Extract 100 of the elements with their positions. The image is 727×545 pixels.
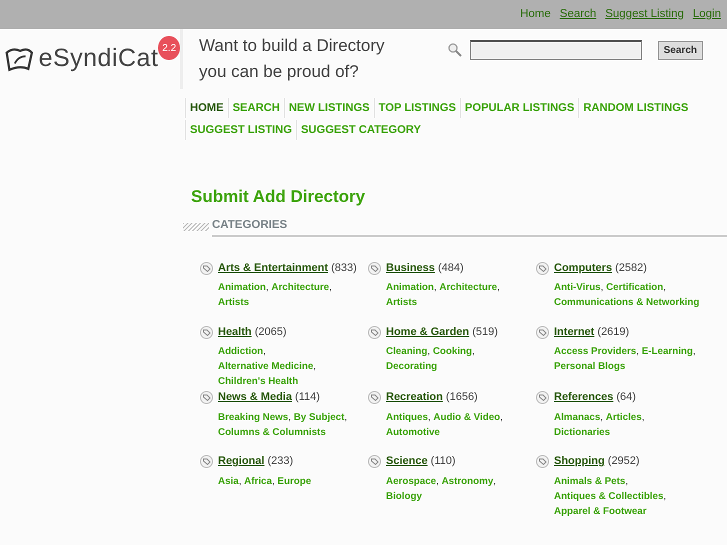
subcategory-link[interactable]: Dictionaries bbox=[554, 426, 610, 438]
subcategory-link[interactable]: Automotive bbox=[386, 426, 440, 438]
subcategory-link[interactable]: Decorating bbox=[386, 361, 438, 372]
category-link[interactable]: References bbox=[554, 391, 614, 404]
category-count: (1656) bbox=[446, 391, 478, 404]
subcategory-link[interactable]: By Subject bbox=[294, 412, 344, 423]
subcategory-link[interactable]: Cooking bbox=[432, 346, 472, 358]
category-count: (2952) bbox=[608, 455, 640, 468]
separator: , bbox=[263, 346, 266, 358]
subcategory-link[interactable]: Audio & Video bbox=[433, 412, 500, 423]
category-link[interactable]: Health bbox=[218, 326, 252, 338]
subcategory-link[interactable]: Animation bbox=[218, 282, 266, 294]
subcategory-link[interactable]: Africa bbox=[244, 476, 272, 487]
separator: , bbox=[272, 476, 275, 487]
category-link[interactable]: Arts & Entertainment bbox=[218, 262, 328, 274]
tag-icon bbox=[200, 391, 213, 404]
category-link[interactable]: Internet bbox=[554, 326, 594, 338]
separator: , bbox=[600, 282, 604, 294]
hatch-decoration bbox=[183, 222, 209, 231]
subcategory-link[interactable]: Architecture bbox=[271, 282, 330, 294]
separator: , bbox=[313, 361, 316, 372]
top-link[interactable]: Home bbox=[520, 6, 551, 24]
nav-link[interactable]: SUGGEST LISTING bbox=[185, 120, 296, 140]
tagline: Want to build a Directory you can be proud of? bbox=[198, 35, 386, 83]
nav-link[interactable]: POPULAR LISTINGS bbox=[460, 98, 578, 118]
top-link[interactable]: Suggest Listing bbox=[605, 6, 684, 24]
nav-link[interactable]: NEW LISTINGS bbox=[284, 98, 374, 118]
tag-icon bbox=[368, 262, 381, 275]
subcategory-link[interactable]: Children's Health bbox=[218, 376, 298, 388]
category-link[interactable]: Business bbox=[386, 262, 435, 274]
subcategory-link[interactable]: Artists bbox=[386, 297, 418, 308]
category-count: (64) bbox=[616, 391, 636, 404]
separator: , bbox=[344, 412, 348, 423]
subcategory-link[interactable]: Asia bbox=[218, 476, 239, 487]
top-link[interactable]: Search bbox=[560, 6, 596, 24]
subcategory-link[interactable]: Personal Blogs bbox=[554, 361, 626, 372]
subcategory-link[interactable]: E-Learning bbox=[642, 346, 693, 358]
tag-icon bbox=[536, 262, 549, 275]
subcategory-link[interactable]: Antiques & Collectibles bbox=[554, 490, 664, 502]
separator: , bbox=[500, 412, 503, 423]
search-button[interactable]: Search bbox=[658, 40, 703, 60]
category-count: (2582) bbox=[615, 262, 647, 274]
subcategory-link[interactable]: Europe bbox=[277, 476, 312, 487]
separator: , bbox=[427, 346, 430, 358]
separator: , bbox=[266, 282, 269, 294]
separator: , bbox=[288, 412, 291, 423]
subcategory-link[interactable]: Anti-Virus bbox=[554, 282, 601, 294]
subcategory-link[interactable]: Architecture bbox=[439, 282, 498, 294]
subcategory-link[interactable]: Antiques bbox=[386, 412, 428, 423]
section-heading: CATEGORIES bbox=[212, 216, 727, 237]
category-count: (484) bbox=[438, 262, 464, 274]
version-badge: 2.2 bbox=[158, 36, 180, 60]
tag-icon bbox=[200, 455, 213, 468]
subcategory-link[interactable]: Artists bbox=[218, 297, 250, 308]
subcategory-link[interactable]: Access Providers bbox=[554, 346, 636, 358]
category-link[interactable]: Home & Garden bbox=[386, 326, 470, 338]
tag-icon bbox=[200, 262, 213, 275]
category-link[interactable]: Computers bbox=[554, 262, 612, 274]
subcategory-link[interactable]: Astronomy bbox=[442, 476, 494, 487]
tag-icon bbox=[536, 391, 549, 404]
separator: , bbox=[692, 346, 696, 358]
subcategory-link[interactable]: Communications & Networking bbox=[554, 297, 700, 308]
subcategory-link[interactable]: Certification bbox=[606, 282, 664, 294]
subcategory-link[interactable]: Cleaning bbox=[386, 346, 428, 358]
separator: , bbox=[625, 476, 628, 487]
subcategory-link[interactable]: Articles bbox=[606, 412, 642, 423]
top-link[interactable]: Login bbox=[692, 6, 721, 24]
separator: , bbox=[642, 412, 644, 423]
subcategory-link[interactable]: Animals & Pets bbox=[554, 476, 626, 487]
separator: , bbox=[428, 412, 431, 423]
category-link[interactable]: Regional bbox=[218, 455, 264, 468]
category-link[interactable]: News & Media bbox=[218, 391, 292, 404]
subcategory-link[interactable]: Biology bbox=[386, 490, 422, 502]
subcategory-link[interactable]: Apparel & Footwear bbox=[554, 506, 647, 517]
tag-icon bbox=[368, 391, 381, 404]
category-link[interactable]: Shopping bbox=[554, 455, 605, 468]
search-field[interactable] bbox=[470, 40, 642, 60]
subcategory-link[interactable]: Almanacs bbox=[554, 412, 600, 423]
nav-link[interactable]: SEARCH bbox=[228, 98, 284, 118]
category-link[interactable]: Recreation bbox=[386, 391, 443, 404]
category-count: (519) bbox=[472, 326, 498, 338]
nav-link[interactable]: SUGGEST CATEGORY bbox=[296, 120, 425, 140]
subcategory-link[interactable]: Columns & Columnists bbox=[218, 426, 326, 438]
subcategory-link[interactable]: Aerospace bbox=[386, 476, 436, 487]
category-count: (2619) bbox=[597, 326, 630, 338]
tag-icon bbox=[536, 326, 549, 339]
subcategory-link[interactable]: Breaking News bbox=[218, 412, 288, 423]
subcategory-link[interactable]: Addiction bbox=[218, 346, 264, 358]
category-link[interactable]: Science bbox=[386, 455, 428, 468]
subcategory-link[interactable]: Alternative Medicine bbox=[218, 361, 314, 372]
tag-icon bbox=[200, 326, 213, 339]
separator: , bbox=[663, 490, 666, 502]
page-title: Submit Add Directory bbox=[191, 186, 366, 208]
nav-link[interactable]: TOP LISTINGS bbox=[374, 98, 460, 118]
subcategory-link[interactable]: Animation bbox=[386, 282, 434, 294]
separator: , bbox=[436, 476, 439, 487]
nav-link[interactable]: RANDOM LISTINGS bbox=[578, 98, 692, 118]
category-count: (110) bbox=[430, 455, 456, 468]
separator: , bbox=[493, 476, 496, 487]
nav-link[interactable]: HOME bbox=[185, 98, 228, 118]
